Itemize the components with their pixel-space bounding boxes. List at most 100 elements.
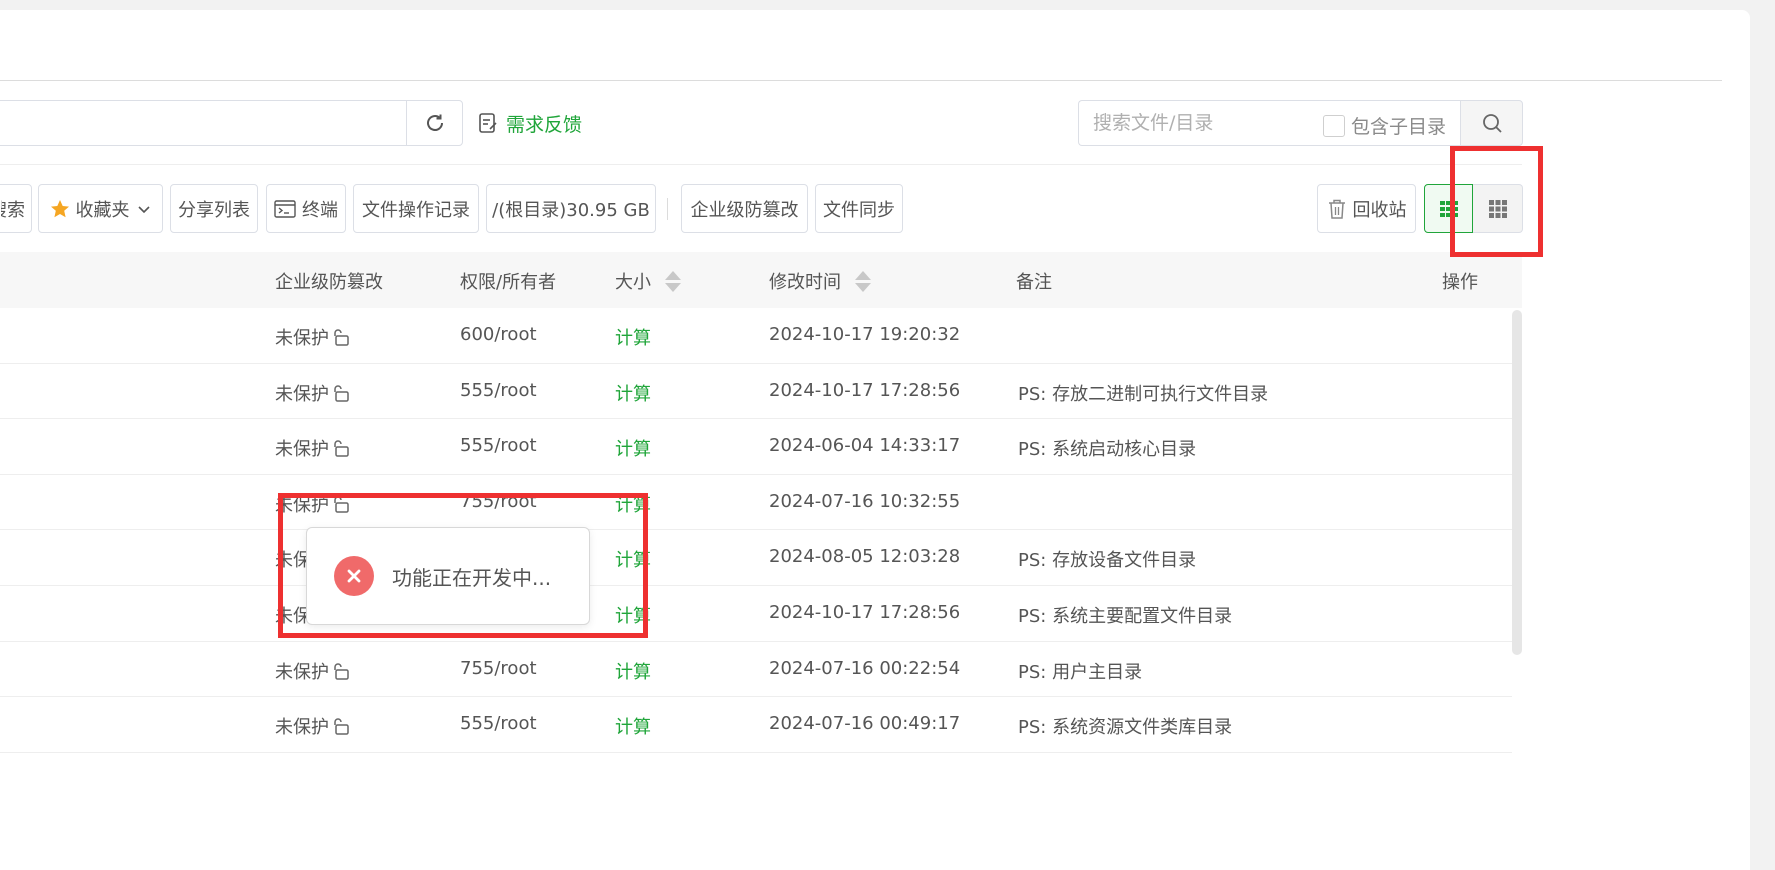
table-row[interactable]: 未保护 555/root 计算 2024-07-16 00:49:17 PS: 系统资源… (0, 697, 1512, 753)
mtime-text: 2024-10-17 17:28:56 (769, 379, 961, 401)
annotation-highlight (278, 493, 648, 638)
search-tool-button[interactable]: 搜索 (0, 184, 32, 233)
size-calc-link[interactable]: 计算 (615, 380, 651, 406)
unlock-icon[interactable] (331, 661, 351, 681)
tamper-status[interactable]: 未保护 (275, 713, 351, 739)
mtime-cell: 2024-07-16 00:49:17 (769, 713, 960, 734)
tamper-status[interactable]: 未保护 (275, 380, 351, 406)
sort-icon[interactable] (855, 270, 871, 292)
terminal-icon (274, 199, 296, 218)
note-text: PS: 存放二进制可执行文件目录 (1018, 383, 1269, 405)
path-input[interactable] (0, 100, 406, 146)
tamper-status-text: 未保护 (275, 328, 329, 349)
recycle-bin-label: 回收站 (1352, 199, 1407, 221)
feedback-link[interactable]: 需求反馈 (478, 110, 582, 136)
note-cell[interactable]: PS: 用户主目录 (1018, 658, 1142, 684)
perm-cell[interactable]: 755/root (460, 658, 537, 679)
unlock-icon[interactable] (331, 438, 351, 458)
table-row[interactable]: 未保护 600/root 计算 2024-10-17 19:20:32 (0, 308, 1512, 364)
col-ops-label: 操作 (1442, 272, 1478, 293)
mtime-text: 2024-07-16 10:32:55 (769, 490, 961, 512)
note-text: PS: 系统主要配置文件目录 (1018, 605, 1233, 627)
perm-cell[interactable]: 600/root (460, 324, 537, 345)
col-note-label: 备注 (1016, 272, 1052, 293)
col-perm: 权限/所有者 (460, 268, 556, 294)
note-cell[interactable]: PS: 存放二进制可执行文件目录 (1018, 380, 1268, 406)
share-list-button[interactable]: 分享列表 (170, 184, 258, 233)
table-row[interactable]: 未保护 555/root 计算 2024-10-17 17:28:56 PS: 存放二进… (0, 364, 1512, 420)
terminal-label: 终端 (302, 199, 338, 221)
toolbar-separator (667, 198, 668, 220)
disk-label: /(根目录)30.95 GB (492, 199, 650, 221)
table-row[interactable]: 未保护 755/root 计算 2024-07-16 00:22:54 PS: 用户主目… (0, 642, 1512, 698)
sync-label: 文件同步 (823, 199, 895, 221)
tamper-status-text: 未保护 (275, 383, 329, 405)
sort-icon[interactable] (665, 270, 681, 292)
col-size-label: 大小 (615, 272, 651, 293)
refresh-icon (426, 114, 443, 131)
search-button[interactable] (1460, 100, 1523, 146)
mtime-cell: 2024-07-16 10:32:55 (769, 491, 960, 512)
note-cell[interactable]: PS: 系统主要配置文件目录 (1018, 602, 1232, 628)
col-ops: 操作 (1442, 268, 1478, 294)
search-tool-label: 搜索 (1, 199, 25, 221)
table-row[interactable]: 未保护755/root计算2024-08-05 12:03:28PS: 存放设备… (0, 530, 1512, 586)
perm-cell[interactable]: 555/root (460, 380, 537, 401)
mtime-text: 2024-10-17 19:20:32 (769, 324, 961, 345)
size-calc-link[interactable]: 计算 (615, 713, 651, 739)
include-subdir-checkbox[interactable] (1323, 114, 1345, 137)
file-log-button[interactable]: 文件操作记录 (353, 184, 479, 233)
sync-button[interactable]: 文件同步 (815, 184, 903, 233)
table-scrollbar[interactable] (1512, 310, 1522, 655)
note-cell[interactable]: PS: 系统资源文件类库目录 (1018, 713, 1232, 739)
annotation-highlight (1450, 146, 1543, 257)
favorites-label: 收藏夹 (75, 199, 130, 221)
include-subdir-label: 包含子目录 (1351, 116, 1447, 138)
mtime-text: 2024-06-04 14:33:17 (769, 435, 961, 457)
perm-cell[interactable]: 555/root (460, 713, 537, 734)
table-row[interactable]: 未保护 555/root 计算 2024-06-04 14:33:17 PS: 系统启动… (0, 419, 1512, 475)
unlock-icon[interactable] (331, 716, 351, 736)
size-calc-text: 计算 (615, 439, 651, 461)
note-cell[interactable]: PS: 存放设备文件目录 (1018, 546, 1196, 572)
table-row[interactable]: 未保护 755/root 计算 2024-07-16 10:32:55 (0, 475, 1512, 531)
tamper-status[interactable]: 未保护 (275, 435, 351, 461)
tamper-status-text: 未保护 (275, 661, 329, 683)
tamper-label: 企业级防篡改 (690, 199, 799, 221)
tamper-status[interactable]: 未保护 (275, 324, 351, 350)
divider (0, 164, 1522, 165)
note-text: PS: 系统资源文件类库目录 (1018, 717, 1233, 739)
perm-cell[interactable]: 555/root (460, 435, 537, 456)
include-subdir-option[interactable]: 包含子目录 (1323, 112, 1446, 139)
size-calc-link[interactable]: 计算 (615, 324, 651, 350)
tamper-button[interactable]: 企业级防篡改 (681, 184, 808, 233)
col-mtime[interactable]: 修改时间 (769, 268, 871, 294)
size-calc-text: 计算 (615, 717, 651, 739)
mtime-text: 2024-08-05 12:03:28 (769, 546, 961, 568)
col-tamper: 企业级防篡改 (275, 268, 383, 294)
terminal-button[interactable]: 终端 (266, 184, 346, 233)
col-size[interactable]: 大小 (615, 268, 681, 294)
col-mtime-label: 修改时间 (769, 272, 841, 293)
share-list-label: 分享列表 (178, 199, 250, 221)
favorites-dropdown[interactable]: 收藏夹 (38, 184, 163, 233)
refresh-button[interactable] (406, 100, 463, 146)
divider (0, 80, 1722, 81)
size-calc-link[interactable]: 计算 (615, 435, 651, 461)
unlock-icon[interactable] (331, 383, 351, 403)
trash-icon (1328, 199, 1345, 219)
disk-button[interactable]: /(根目录)30.95 GB (486, 184, 656, 233)
mtime-cell: 2024-08-05 12:03:28 (769, 546, 960, 567)
unlock-icon[interactable] (331, 327, 351, 347)
mtime-text: 2024-07-16 00:49:17 (769, 713, 961, 735)
size-calc-link[interactable]: 计算 (615, 658, 651, 684)
mtime-cell: 2024-07-16 00:22:54 (769, 658, 960, 679)
tamper-status[interactable]: 未保护 (275, 658, 351, 684)
size-calc-text: 计算 (615, 328, 651, 349)
recycle-bin-button[interactable]: 回收站 (1317, 184, 1416, 233)
perm-text: 555/root (460, 379, 537, 401)
note-cell[interactable]: PS: 系统启动核心目录 (1018, 435, 1196, 461)
search-input[interactable] (1093, 101, 1313, 145)
table-row[interactable]: 未保护755/root计算2024-10-17 17:28:56PS: 系统主要… (0, 586, 1512, 642)
note-text: PS: 存放设备文件目录 (1018, 550, 1197, 572)
